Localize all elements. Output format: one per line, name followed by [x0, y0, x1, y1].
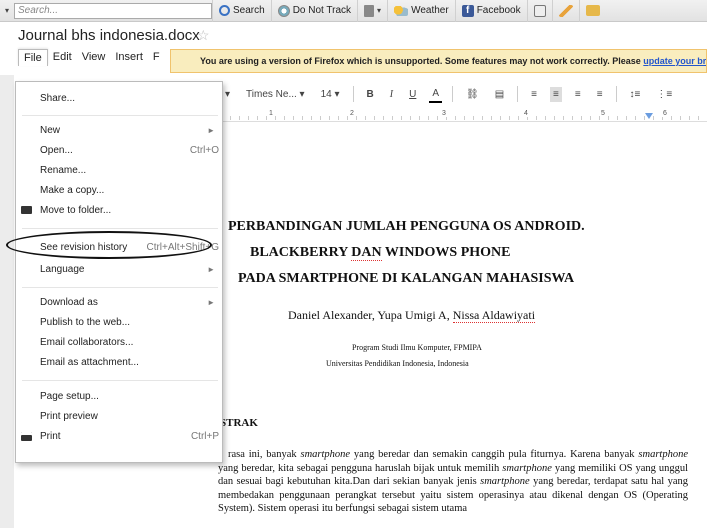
numbered-list-icon[interactable]: ⋮≡ [653, 87, 675, 102]
menubar: File Edit View Insert F [18, 49, 165, 66]
weather-button[interactable]: Weather [387, 0, 455, 22]
weather-icon [394, 5, 409, 16]
file-menu: Share... New ► Open... Ctrl+O Rename... Ma… [15, 81, 223, 463]
search-icon [219, 5, 230, 16]
align-center-icon[interactable]: ≡ [550, 86, 562, 102]
pen-icon [558, 4, 573, 17]
search-engine-dropdown-icon[interactable]: ▾ [0, 6, 14, 15]
calendar-icon [533, 4, 546, 17]
ruler-mark: 1 [268, 110, 274, 117]
menu-item-new[interactable]: New ► [16, 121, 224, 141]
line-spacing-icon[interactable]: ↕≡ [627, 87, 644, 102]
doc-affiliation-2: Universitas Pendidikan Indonesia, Indone… [326, 359, 469, 368]
do-not-track-label: Do Not Track [292, 5, 352, 16]
format-toolbar: ▾ Times Ne... ▾ 14 ▾ B I U A ⛓ ▤ ≡ ≡ ≡ ≡… [222, 80, 707, 108]
menu-item-email-collaborators[interactable]: Email collaborators... [16, 333, 224, 353]
trash-icon [364, 4, 375, 17]
update-browser-link[interactable]: update your browser [643, 56, 706, 66]
search-button[interactable]: Search [212, 0, 271, 22]
justify-icon[interactable]: ≡ [594, 87, 606, 102]
ruler-mark: 3 [441, 110, 447, 117]
facebook-icon: f [461, 4, 474, 17]
search-button-label: Search [233, 5, 265, 16]
link-icon[interactable]: ⛓ [463, 87, 482, 102]
menu-view[interactable]: View [77, 49, 111, 66]
ruler: 1 2 3 4 5 6 [222, 110, 707, 122]
calendar-button[interactable] [526, 0, 552, 22]
menu-item-download-as[interactable]: Download as ► [16, 293, 224, 313]
text-color-button[interactable]: A [429, 86, 443, 103]
menu-item-publish[interactable]: Publish to the web... [16, 313, 224, 333]
ruler-mark: 2 [349, 110, 355, 117]
ruler-mark: 4 [523, 110, 529, 117]
document-page[interactable]: PERBANDINGAN JUMLAH PENGGUNA OS ANDROID.… [218, 123, 707, 528]
menu-item-print-preview[interactable]: Print preview [16, 407, 224, 427]
folder-icon [585, 5, 600, 16]
menu-item-rename[interactable]: Rename... [16, 161, 224, 181]
menu-item-open[interactable]: Open... Ctrl+O [16, 141, 224, 161]
warning-text: You are using a version of Firefox which… [200, 56, 644, 66]
highlight-ellipse [6, 231, 212, 259]
menu-insert[interactable]: Insert [110, 49, 148, 66]
menu-item-move-to-folder[interactable]: Move to folder... [16, 201, 224, 221]
left-gutter [0, 75, 14, 528]
doc-title-line-2: BLACKBERRY DAN WINDOWS PHONE [250, 245, 511, 261]
facebook-button[interactable]: f Facebook [454, 0, 527, 22]
font-family-select[interactable]: Times Ne... ▾ [243, 87, 308, 102]
doc-affiliation-1: Program Studi Ilmu Komputer, FPMIPA [352, 343, 482, 352]
folder-icon [21, 206, 32, 214]
ruler-mark: 6 [662, 110, 668, 117]
search-input[interactable]: Search... [14, 2, 212, 19]
printer-icon [21, 432, 32, 441]
document-title[interactable]: Journal bhs indonesia.docx [18, 27, 200, 44]
doc-title-line-3: PADA SMARTPHONE DI KALANGAN MAHASISWA [238, 271, 575, 286]
align-right-icon[interactable]: ≡ [572, 87, 584, 102]
browser-toolbar: ▾ Search... Search Do Not Track ▾ Weathe… [0, 0, 707, 22]
menu-format[interactable]: F [148, 49, 165, 66]
pen-button[interactable] [551, 0, 579, 22]
bold-button[interactable]: B [364, 87, 377, 102]
menu-edit[interactable]: Edit [48, 49, 77, 66]
menu-item-email-attachment[interactable]: Email as attachment... [16, 353, 224, 373]
right-indent-marker[interactable] [645, 113, 653, 119]
menu-item-make-copy[interactable]: Make a copy... [16, 181, 224, 201]
doc-title-line-1: PERBANDINGAN JUMLAH PENGGUNA OS ANDROID. [228, 219, 585, 234]
font-size-select[interactable]: 14 ▾ [318, 87, 343, 102]
menu-item-language[interactable]: Language ► [16, 260, 224, 280]
italic-button[interactable]: I [387, 87, 396, 102]
comment-icon[interactable]: ▤ [492, 87, 507, 102]
align-left-icon[interactable]: ≡ [528, 87, 540, 102]
weather-label: Weather [411, 5, 449, 16]
menu-item-share[interactable]: Share... [16, 89, 224, 109]
do-not-track-button[interactable]: Do Not Track [270, 0, 357, 22]
underline-button[interactable]: U [406, 87, 419, 102]
unsupported-browser-banner: You are using a version of Firefox which… [170, 49, 707, 73]
trash-button[interactable]: ▾ [357, 0, 387, 22]
abstract-heading: STRAK [220, 417, 258, 429]
menu-item-print[interactable]: Print Ctrl+P [16, 427, 224, 447]
menu-item-page-setup[interactable]: Page setup... [16, 387, 224, 407]
do-not-track-icon [277, 4, 290, 17]
ruler-mark: 5 [600, 110, 606, 117]
facebook-label: Facebook [476, 5, 521, 16]
doc-authors: Daniel Alexander, Yupa Umigi A, Nissa Al… [288, 308, 536, 323]
star-icon[interactable]: ☆ [197, 27, 210, 44]
abstract-paragraph: rasa ini, banyak smartphone yang beredar… [218, 449, 689, 514]
menu-file[interactable]: File [18, 49, 48, 66]
folder-button[interactable] [578, 0, 606, 22]
